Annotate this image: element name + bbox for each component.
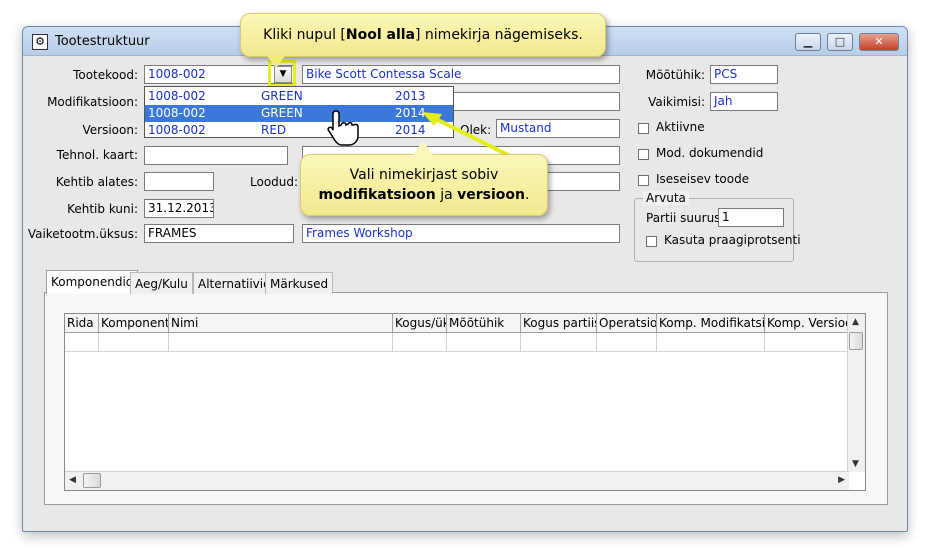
mod-dokumendid-checkbox[interactable]	[638, 149, 649, 160]
tab-markused[interactable]: Märkused	[265, 272, 334, 294]
close-button[interactable]: ✕	[859, 33, 899, 51]
column-header[interactable]: Kogus partiis	[521, 314, 597, 333]
window-title: Tootestruktuur	[55, 34, 150, 49]
grid-cell[interactable]	[657, 333, 765, 352]
column-header[interactable]: Operatsioo	[597, 314, 657, 333]
instruction-callout-middle: Vali nimekirjast sobiv modifikatsioon ja…	[300, 141, 548, 216]
kasuta-praagiprotsenti-label: Kasuta praagiprotsenti	[664, 233, 801, 247]
mootuhik-label: Mõõtühik:	[645, 68, 705, 82]
grid-cell[interactable]	[597, 333, 657, 352]
callout-top-tail	[267, 56, 285, 68]
scroll-left-icon[interactable]: ◀	[69, 475, 76, 485]
scroll-down-icon[interactable]: ▼	[852, 459, 859, 469]
vaikimisi-field[interactable]: Jah	[710, 92, 778, 111]
tootekood-description: Bike Scott Contessa Scale	[302, 65, 620, 84]
loodud-label: Loodud:	[250, 175, 299, 189]
vaiketootm-field[interactable]: FRAMES	[144, 224, 294, 243]
iseseisev-toode-label: Iseseisev toode	[656, 172, 750, 186]
callout-middle-tail	[413, 141, 433, 155]
scroll-right-icon[interactable]: ▶	[838, 475, 845, 485]
kehtib-kuni-field[interactable]: 31.12.2013	[144, 199, 214, 218]
callout-middle-bold1: modifikatsioon	[318, 187, 436, 203]
aktiivne-label: Aktiivne	[656, 120, 705, 134]
vertical-scrollbar[interactable]: ▲ ▼	[847, 314, 865, 472]
components-grid[interactable]: Rida Komponent Nimi Kogus/ük Mõõtühik Ko…	[64, 313, 866, 491]
dropdown-row-mod: RED	[261, 123, 287, 137]
vaiketootm-description: Frames Workshop	[302, 224, 620, 243]
column-header[interactable]: Komp. Modifikatsioo	[657, 314, 765, 333]
callout-middle-line1: Vali nimekirjast sobiv	[349, 167, 499, 183]
kehtib-alates-field[interactable]	[144, 172, 214, 191]
maximize-button[interactable]: □	[827, 33, 853, 51]
column-header[interactable]: Mõõtühik	[447, 314, 521, 333]
annotation-arrow-line	[433, 116, 511, 158]
vertical-scroll-thumb[interactable]	[849, 332, 863, 350]
column-header[interactable]: Komponent	[99, 314, 169, 333]
kehtib-alates-label: Kehtib alates:	[55, 175, 138, 189]
kehtib-kuni-label: Kehtib kuni:	[67, 202, 138, 216]
column-header[interactable]: Rida	[65, 314, 99, 333]
grid-cell[interactable]	[65, 333, 99, 352]
tehnol-kaart-field[interactable]	[144, 146, 288, 165]
callout-top-bold: Nool alla	[345, 27, 415, 43]
tab-alternatiivid[interactable]: Alternatiivid	[193, 272, 276, 294]
versioon-label: Versioon:	[82, 123, 138, 137]
dropdown-row-mod: GREEN	[261, 106, 303, 120]
vaikimisi-label: Vaikimisi:	[648, 95, 705, 109]
instruction-callout-top: Kliki nupul [Nool alla] nimekirja nägemi…	[240, 13, 606, 68]
tab-komponendid[interactable]: Komponendid	[46, 270, 139, 294]
modifikatsioon-label: Modifikatsioon:	[47, 95, 138, 109]
callout-middle-mid: ja	[435, 187, 458, 203]
tootekood-label: Tootekood:	[73, 68, 138, 82]
column-header[interactable]: Kogus/ük	[393, 314, 447, 333]
grid-cell[interactable]	[169, 333, 393, 352]
hand-cursor-icon	[327, 110, 359, 146]
callout-middle-end: .	[525, 187, 530, 203]
minimize-button[interactable]: ▁	[795, 33, 821, 51]
grid-cell[interactable]	[521, 333, 597, 352]
grid-cell[interactable]	[765, 333, 849, 352]
dropdown-row[interactable]: 1008-002 GREEN 2013	[145, 88, 453, 105]
tab-aeg-kulu[interactable]: Aeg/Kulu	[130, 272, 193, 294]
dropdown-row-version: 2013	[395, 89, 426, 103]
dropdown-row-mod: GREEN	[261, 89, 303, 103]
kasuta-praagiprotsenti-checkbox[interactable]	[646, 236, 657, 247]
horizontal-scrollbar[interactable]: ◀ ▶	[65, 471, 849, 490]
partii-suurus-field[interactable]: 1	[718, 208, 784, 227]
partii-suurus-label: Partii suurus:	[646, 211, 725, 225]
callout-top-before: Kliki nupul [	[263, 27, 346, 43]
tehnol-kaart-label: Tehnol. kaart:	[56, 148, 138, 162]
column-header[interactable]: Komp. Versioo	[765, 314, 849, 333]
iseseisev-toode-checkbox[interactable]	[638, 175, 649, 186]
grid-cell[interactable]	[393, 333, 447, 352]
grid-cell[interactable]	[447, 333, 521, 352]
app-icon: ⚙	[32, 34, 48, 50]
callout-middle-bold2: versioon	[457, 187, 525, 203]
arvuta-title: Arvuta	[643, 191, 689, 205]
vaiketootm-label: Vaiketootm.üksus:	[27, 227, 138, 241]
mod-dokumendid-label: Mod. dokumendid	[656, 146, 764, 160]
column-header[interactable]: Nimi	[169, 314, 393, 333]
grid-cell[interactable]	[99, 333, 169, 352]
horizontal-scroll-thumb[interactable]	[83, 473, 101, 488]
mootuhik-field[interactable]: PCS	[710, 65, 778, 84]
dropdown-row-code: 1008-002	[148, 89, 206, 103]
aktiivne-checkbox[interactable]	[638, 123, 649, 134]
dropdown-row-code: 1008-002	[148, 123, 206, 137]
callout-top-after: ] nimekirja nägemiseks.	[415, 27, 583, 43]
scroll-up-icon[interactable]: ▲	[852, 317, 859, 327]
dropdown-row-code: 1008-002	[148, 106, 206, 120]
